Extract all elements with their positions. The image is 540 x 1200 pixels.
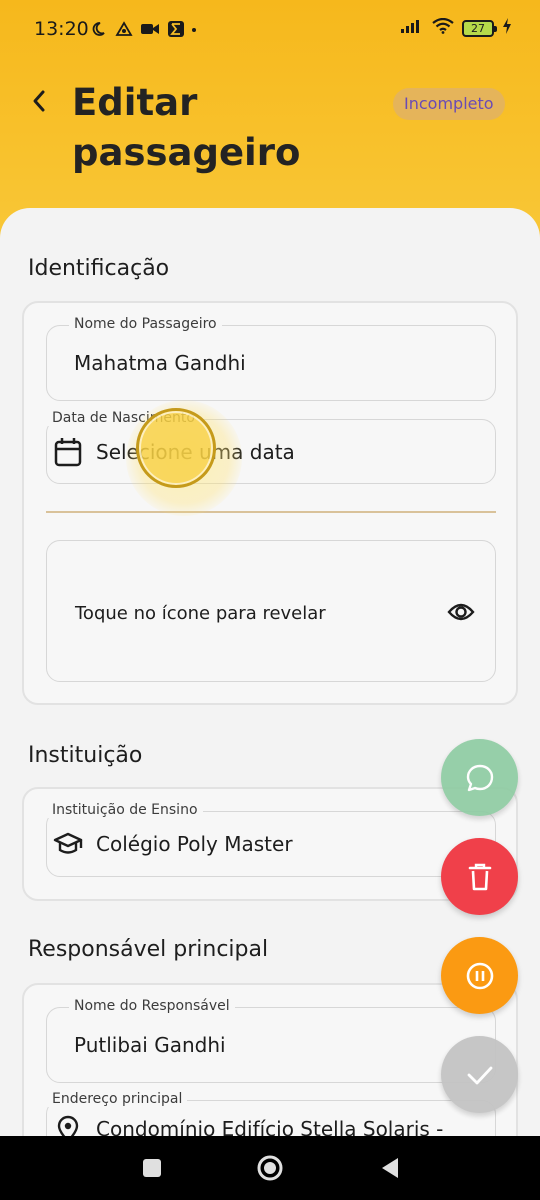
home-button[interactable] — [256, 1154, 284, 1182]
battery-nub — [494, 25, 497, 32]
video-camera-icon — [140, 19, 160, 39]
sigma-app-icon — [166, 19, 186, 39]
location-pin-icon — [53, 1114, 83, 1138]
status-system-icons: 27 — [400, 17, 512, 38]
birth-date-value: Selecione uma data — [96, 439, 295, 464]
charging-bolt-icon — [502, 18, 512, 38]
calendar-icon — [53, 437, 83, 467]
recents-button[interactable] — [138, 1154, 166, 1182]
graduation-cap-icon — [53, 829, 83, 859]
pause-button[interactable] — [441, 937, 518, 1014]
battery-indicator: 27 — [462, 19, 497, 37]
section-title-instituicao: Instituição — [28, 743, 143, 768]
eye-icon[interactable] — [445, 596, 477, 628]
page-title: Editar passageiro — [72, 81, 301, 174]
institution-value: Colégio Poly Master — [96, 832, 293, 856]
field-divider — [46, 511, 496, 513]
trash-icon — [468, 863, 491, 890]
guardian-name-field[interactable]: Nome do Responsável Putlibai Gandhi — [46, 998, 496, 1083]
reveal-hint-text: Toque no ícone para revelar — [75, 603, 326, 624]
status-time: 13:20 — [34, 18, 89, 40]
status-badge: Incompleto — [393, 88, 505, 120]
status-notification-icons — [88, 19, 186, 39]
hidden-document-field[interactable]: Toque no ícone para revelar — [46, 540, 496, 682]
passenger-name-value: Mahatma Gandhi — [74, 351, 246, 375]
recents-square-icon — [143, 1159, 161, 1177]
confirm-button[interactable] — [441, 1036, 518, 1113]
signal-icon — [400, 18, 424, 38]
battery-level: 27 — [471, 21, 485, 35]
address-label: Endereço principal — [47, 1091, 188, 1107]
identificacao-card: Nome do Passageiro Mahatma Gandhi Data d… — [22, 301, 518, 705]
system-navigation-bar — [0, 1136, 540, 1200]
wifi-icon — [432, 17, 454, 38]
triangle-app-icon — [114, 19, 134, 39]
delete-button[interactable] — [441, 838, 518, 915]
back-nav-button[interactable] — [376, 1154, 404, 1182]
back-button[interactable] — [26, 86, 52, 116]
section-title-responsavel: Responsável principal — [28, 937, 269, 962]
check-icon — [467, 1066, 492, 1084]
back-arrow-icon — [33, 90, 45, 112]
address-value: Condomínio Edifício Stella Solaris - — [96, 1117, 444, 1138]
pause-icon — [466, 962, 493, 989]
chat-bubble-icon — [466, 764, 493, 791]
birth-date-label: Data de Nascimento — [47, 410, 200, 426]
guardian-name-value: Putlibai Gandhi — [74, 1033, 226, 1057]
section-title-identificacao: Identificação — [28, 256, 170, 281]
back-triangle-icon — [382, 1158, 398, 1178]
address-field[interactable]: Endereço principal Condomínio Edifício S… — [46, 1091, 496, 1138]
moon-icon — [88, 19, 108, 39]
guardian-name-label: Nome do Responsável — [69, 998, 235, 1014]
institution-label: Instituição de Ensino — [47, 802, 203, 818]
passenger-name-field[interactable]: Nome do Passageiro Mahatma Gandhi — [46, 316, 496, 401]
home-circle-icon — [257, 1155, 283, 1181]
status-bar: 13:20 27 — [0, 0, 540, 60]
chat-button[interactable] — [441, 739, 518, 816]
notification-dot — [192, 28, 196, 32]
institution-field[interactable]: Instituição de Ensino Colégio Poly Maste… — [46, 802, 496, 877]
passenger-name-label: Nome do Passageiro — [69, 316, 222, 332]
birth-date-field[interactable]: Data de Nascimento Selecione uma data — [46, 410, 496, 484]
